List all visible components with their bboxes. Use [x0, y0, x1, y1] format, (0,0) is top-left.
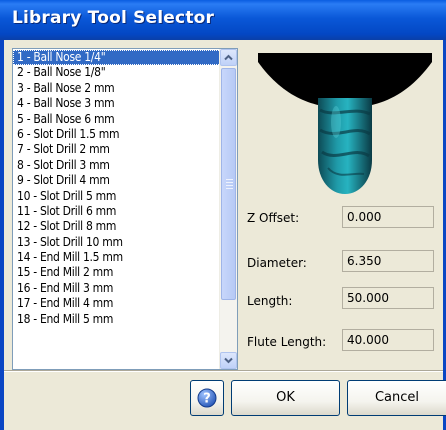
tool-list-item[interactable]: 13 - Slot Drill 10 mm	[13, 235, 225, 250]
tool-list-item[interactable]: 16 - End Mill 3 mm	[13, 281, 225, 296]
tool-list-item[interactable]: 4 - Ball Nose 3 mm	[13, 96, 225, 111]
diameter-label: Diameter:	[247, 256, 307, 270]
help-icon: ?	[197, 388, 217, 408]
z-offset-label: Z Offset:	[247, 211, 300, 225]
tool-list-item[interactable]: 7 - Slot Drill 2 mm	[13, 142, 225, 157]
scroll-thumb[interactable]	[221, 68, 236, 300]
window-title: Library Tool Selector	[12, 8, 215, 28]
tool-list-item[interactable]: 10 - Slot Drill 5 mm	[13, 189, 225, 204]
ball-nose-tool-icon	[258, 53, 432, 194]
length-field[interactable]: 50.000	[342, 287, 434, 309]
cancel-button[interactable]: Cancel	[347, 380, 446, 416]
tool-list-items: 1 - Ball Nose 1/4" 2 - Ball Nose 1/8" 3 - …	[13, 50, 225, 327]
tool-list-item[interactable]: 11 - Slot Drill 6 mm	[13, 204, 225, 219]
tool-list-item[interactable]: 6 - Slot Drill 1.5 mm	[13, 127, 225, 142]
help-button[interactable]: ?	[190, 380, 224, 416]
tool-list-item[interactable]: 14 - End Mill 1.5 mm	[13, 250, 225, 265]
title-bar[interactable]: Library Tool Selector	[0, 0, 446, 40]
chevron-down-icon	[224, 357, 233, 364]
svg-text:?: ?	[203, 392, 211, 407]
tool-list-item[interactable]: 1 - Ball Nose 1/4"	[13, 50, 225, 66]
list-scrollbar[interactable]	[219, 49, 237, 369]
diameter-field[interactable]: 6.350	[342, 250, 434, 272]
scroll-up-button[interactable]	[220, 49, 237, 66]
tool-preview-image	[256, 48, 434, 200]
tool-list-item[interactable]: 5 - Ball Nose 6 mm	[13, 112, 225, 127]
tool-list-item[interactable]: 2 - Ball Nose 1/8"	[13, 65, 225, 80]
ok-button[interactable]: OK	[231, 380, 340, 416]
tool-list-item[interactable]: 12 - Slot Drill 8 mm	[13, 219, 225, 234]
divider	[4, 370, 443, 372]
tool-list-item[interactable]: 9 - Slot Drill 4 mm	[13, 173, 225, 188]
flute-length-label: Flute Length:	[247, 335, 327, 349]
tool-list-item[interactable]: 3 - Ball Nose 2 mm	[13, 81, 225, 96]
flute-length-field[interactable]: 40.000	[342, 329, 434, 351]
scroll-down-button[interactable]	[220, 352, 237, 369]
z-offset-field[interactable]: 0.000	[342, 206, 434, 228]
tool-list-item[interactable]: 15 - End Mill 2 mm	[13, 265, 225, 280]
tool-list-item[interactable]: 17 - End Mill 4 mm	[13, 296, 225, 311]
tool-list-item[interactable]: 18 - End Mill 5 mm	[13, 312, 225, 327]
chevron-up-icon	[224, 54, 233, 61]
tool-listbox[interactable]: 1 - Ball Nose 1/4" 2 - Ball Nose 1/8" 3 - …	[12, 48, 238, 370]
length-label: Length:	[247, 294, 293, 308]
tool-list-item[interactable]: 8 - Slot Drill 3 mm	[13, 158, 225, 173]
